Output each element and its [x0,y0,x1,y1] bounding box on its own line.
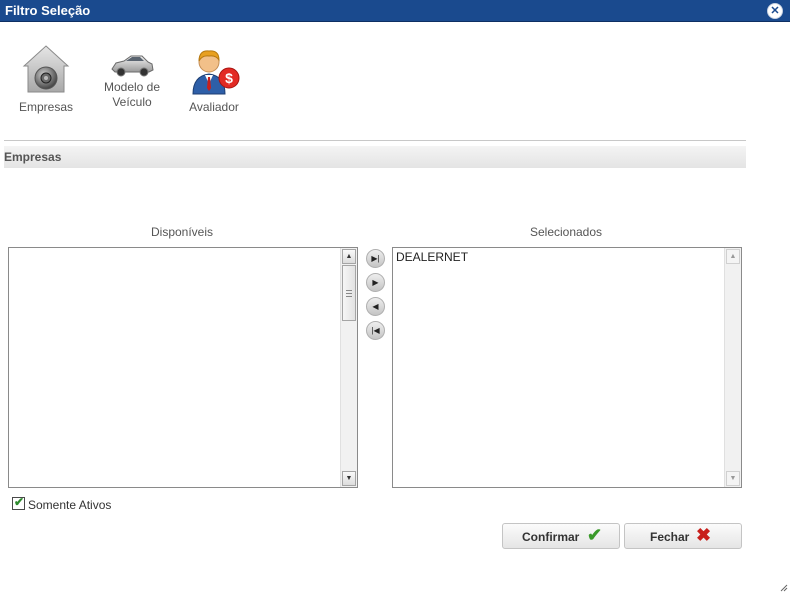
scroll-down-icon[interactable]: ▼ [726,471,740,486]
scroll-thumb[interactable] [342,265,356,321]
section-title: Empresas [4,150,62,164]
toolbar-item-label: Empresas [18,100,74,114]
close-button[interactable]: Fechar ✖ [624,523,742,549]
active-only-label: Somente Ativos [28,498,112,512]
car-icon [111,55,154,77]
toolbar-divider [4,140,746,141]
confirm-button[interactable]: Confirmar ✔ [502,523,620,549]
toolbar-item-label: Avaliador [189,100,239,114]
selected-scrollbar[interactable]: ▲ ▼ [724,248,741,487]
scroll-down-icon[interactable]: ▼ [342,471,356,486]
toolbar-item-label-line1: Modelo de [103,80,161,94]
svg-text:$: $ [225,70,233,86]
section-header: Empresas [4,146,746,168]
toolbar-item-label-line2: Veículo [112,95,152,109]
close-x-icon: ✖ [696,525,712,545]
appraiser-dollar-icon: $ [192,50,240,95]
selected-listbox[interactable]: DEALERNET ▲ ▼ [392,247,742,488]
active-only-checkbox[interactable]: ✔ [12,495,25,510]
available-scrollbar[interactable]: ▲ ▼ [340,248,357,487]
list-item[interactable]: DEALERNET [396,250,468,264]
move-right-icon[interactable]: ▶ [366,273,385,292]
move-left-icon[interactable]: ◀ [366,297,385,316]
resize-grip-icon[interactable] [780,584,788,592]
toolbar-item-empresas[interactable]: Empresas [14,44,78,115]
scroll-up-icon[interactable]: ▲ [726,249,740,264]
toolbar-item-modelo-veiculo[interactable]: Modelo de Veículo [98,50,166,110]
vault-house-icon [22,45,70,93]
available-listbox[interactable]: ▲ ▼ [8,247,358,488]
toolbar-item-avaliador[interactable]: $ Avaliador [184,46,244,115]
checkmark-icon: ✔ [14,495,25,509]
scroll-up-icon[interactable]: ▲ [342,249,356,264]
close-icon[interactable]: ✕ [767,3,783,19]
close-button-label: Fechar [650,530,690,544]
check-icon: ✔ [587,525,603,545]
window-title: Filtro Seleção [5,3,91,18]
window-titlebar: Filtro Seleção ✕ [0,0,790,22]
move-all-right-icon[interactable]: ▶| [366,249,385,268]
available-title: Disponíveis [150,225,214,239]
selected-title: Selecionados [529,225,603,239]
move-all-left-icon[interactable]: |◀ [366,321,385,340]
confirm-button-label: Confirmar [522,530,580,544]
